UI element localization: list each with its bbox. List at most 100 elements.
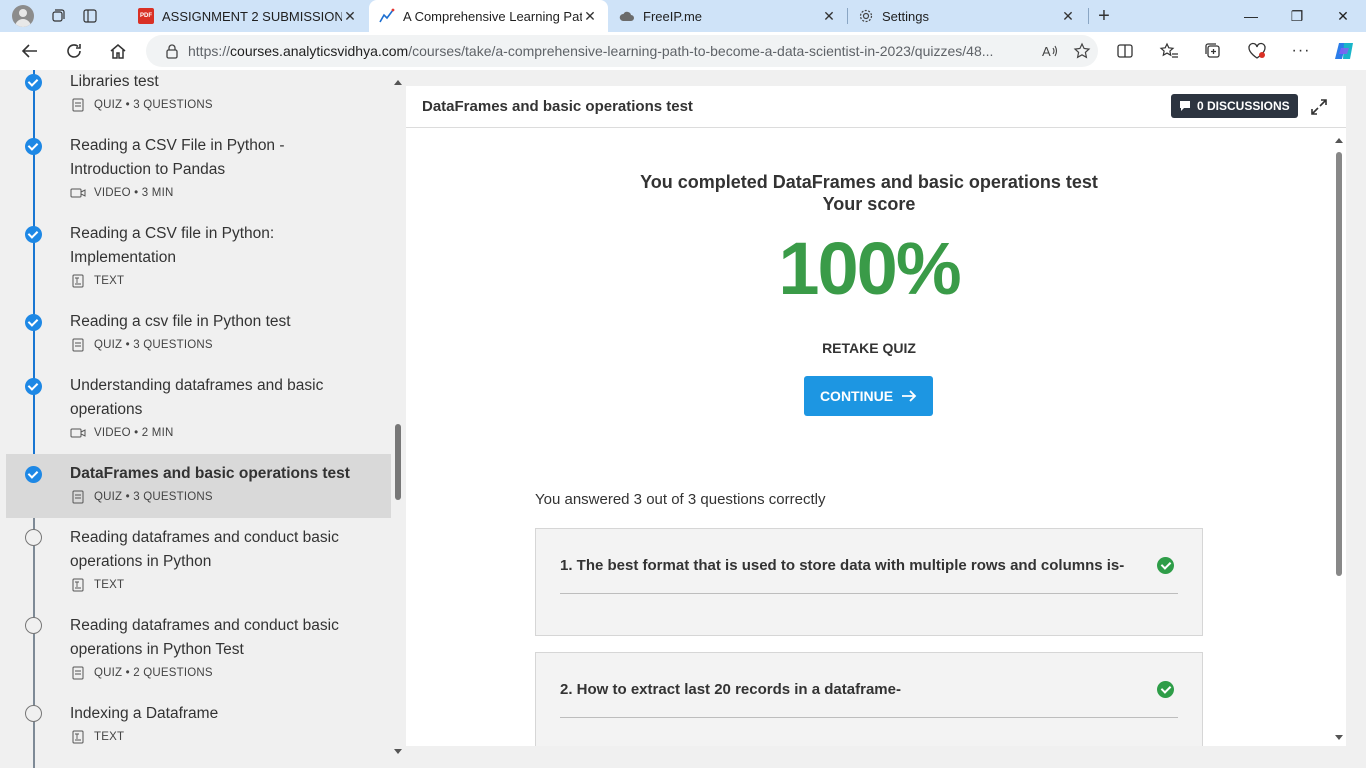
lesson-item[interactable]: Understanding dataframes and basic opera… <box>6 374 391 454</box>
incomplete-circle-icon <box>25 705 42 722</box>
home-button[interactable] <box>102 35 134 67</box>
tab-assignment-pdf[interactable]: PDF ASSIGNMENT 2 SUBMISSION 25 ✕ <box>128 0 368 32</box>
tab-close-icon[interactable]: ✕ <box>1060 8 1076 25</box>
favorite-star-icon[interactable] <box>1066 42 1098 60</box>
profile-avatar[interactable] <box>12 5 34 27</box>
answered-summary: You answered 3 out of 3 questions correc… <box>535 491 826 508</box>
video-icon <box>70 426 86 440</box>
arrow-right-icon <box>901 389 917 403</box>
scroll-down-arrow-icon[interactable] <box>394 749 402 754</box>
tab-settings[interactable]: Settings ✕ <box>848 0 1086 32</box>
completed-check-icon <box>25 226 42 243</box>
back-button[interactable] <box>14 35 46 67</box>
question-text: 1. The best format that is used to store… <box>560 557 1125 574</box>
pdf-icon: PDF <box>138 8 154 24</box>
quiz-icon <box>70 338 86 352</box>
lesson-item[interactable]: Libraries test QUIZ • 3 QUESTIONS <box>6 70 391 126</box>
lesson-title: Reading a CSV file in Python: Implementa… <box>70 225 275 266</box>
address-bar[interactable]: https://courses.analyticsvidhya.com/cour… <box>146 35 1098 67</box>
copilot-icon[interactable] <box>1328 35 1360 67</box>
split-screen-icon[interactable] <box>1109 35 1141 67</box>
svg-text:A: A <box>1042 44 1051 59</box>
lesson-meta-text: QUIZ • 3 QUESTIONS <box>94 99 213 111</box>
lesson-title: Indexing a Dataframe <box>70 705 219 722</box>
question-text: 2. How to extract last 20 records in a d… <box>560 681 901 698</box>
correct-check-icon <box>1157 557 1174 574</box>
tab-learning-path[interactable]: A Comprehensive Learning Path to ✕ <box>369 0 608 32</box>
text-doc-icon <box>70 730 86 744</box>
content-scrollbar[interactable] <box>1332 128 1346 746</box>
tab-close-icon[interactable]: ✕ <box>821 8 837 25</box>
scroll-down-arrow-icon[interactable] <box>1335 735 1343 740</box>
completed-check-icon <box>25 378 42 395</box>
lesson-item[interactable]: Reading a CSV file in Python: Implementa… <box>6 222 391 302</box>
question-card[interactable]: 2. How to extract last 20 records in a d… <box>535 652 1203 746</box>
favorites-icon[interactable] <box>1153 35 1185 67</box>
browser-essentials-icon[interactable] <box>1241 35 1273 67</box>
lesson-meta: QUIZ • 3 QUESTIONS <box>70 338 213 352</box>
back-arrow-icon <box>21 44 37 58</box>
url-domain: courses.analyticsvidhya.com <box>230 43 409 59</box>
new-tab-button[interactable]: + <box>1088 0 1120 32</box>
sidebar-scrollbar[interactable] <box>391 70 405 768</box>
lesson-meta: QUIZ • 3 QUESTIONS <box>70 490 213 504</box>
tab-actions-icon[interactable] <box>74 0 106 32</box>
question-card[interactable]: 1. The best format that is used to store… <box>535 528 1203 636</box>
lesson-item[interactable]: Reading a csv file in Python test QUIZ •… <box>6 310 391 366</box>
completed-check-icon <box>25 74 42 91</box>
scroll-up-arrow-icon[interactable] <box>394 80 402 85</box>
retake-quiz-link[interactable]: RETAKE QUIZ <box>406 340 1332 356</box>
refresh-icon <box>67 44 81 58</box>
read-aloud-icon[interactable]: A <box>1034 43 1066 59</box>
scrollbar-thumb[interactable] <box>395 424 401 500</box>
incomplete-circle-icon <box>25 617 42 634</box>
incomplete-circle-icon <box>25 529 42 546</box>
tab-close-icon[interactable]: ✕ <box>582 8 598 25</box>
discussions-button[interactable]: 0 DISCUSSIONS <box>1171 94 1298 118</box>
minimize-button[interactable]: — <box>1228 0 1274 32</box>
scrollbar-thumb[interactable] <box>1336 152 1342 576</box>
quiz-icon <box>70 666 86 680</box>
lesson-meta-text: QUIZ • 2 QUESTIONS <box>94 667 213 679</box>
lesson-title: DataFrames and basic operations test <box>70 465 350 482</box>
settings-menu-button[interactable]: ··· <box>1285 35 1317 67</box>
url-prefix: https:// <box>188 43 231 59</box>
completed-check-icon <box>25 138 42 155</box>
continue-button[interactable]: CONTINUE <box>804 376 933 416</box>
tab-freeip[interactable]: FreeIP.me ✕ <box>609 0 847 32</box>
workspaces-icon[interactable] <box>42 0 74 32</box>
refresh-button[interactable] <box>58 35 90 67</box>
restore-button[interactable]: ❐ <box>1274 0 1320 32</box>
lesson-item[interactable]: Reading dataframes and conduct basic ope… <box>6 526 391 606</box>
score-label: Your score <box>822 194 916 214</box>
lesson-item[interactable]: Indexing a Dataframe TEXT <box>6 702 391 762</box>
quiz-result-panel: DataFrames and basic operations test 0 D… <box>406 86 1346 746</box>
text-doc-icon <box>70 274 86 288</box>
lesson-meta-text: QUIZ • 3 QUESTIONS <box>94 339 213 351</box>
gear-icon <box>858 8 874 24</box>
lesson-meta: VIDEO • 2 MIN <box>70 426 173 440</box>
browser-tab-bar: PDF ASSIGNMENT 2 SUBMISSION 25 ✕ A Compr… <box>0 0 1366 32</box>
page-title: DataFrames and basic operations test <box>422 98 693 115</box>
lesson-item[interactable]: Reading dataframes and conduct basic ope… <box>6 614 391 694</box>
lesson-meta-text: TEXT <box>94 579 125 591</box>
completed-check-icon <box>25 466 42 483</box>
analytics-vidhya-icon <box>379 8 395 24</box>
lesson-meta-text: QUIZ • 3 QUESTIONS <box>94 491 213 503</box>
lock-icon[interactable] <box>156 43 188 59</box>
lesson-title: Understanding dataframes and basic opera… <box>70 377 324 418</box>
divider <box>560 717 1178 718</box>
expand-icon[interactable] <box>1308 96 1330 118</box>
completed-check-icon <box>25 314 42 331</box>
cloud-icon <box>619 8 635 24</box>
tab-close-icon[interactable]: ✕ <box>342 8 358 25</box>
scroll-up-arrow-icon[interactable] <box>1335 138 1343 143</box>
collections-icon[interactable] <box>1197 35 1229 67</box>
lesson-meta: TEXT <box>70 730 124 744</box>
lesson-item[interactable]: Reading a CSV File in Python - Introduct… <box>6 134 391 214</box>
lesson-meta-text: VIDEO • 3 MIN <box>94 187 174 199</box>
lesson-item-active[interactable]: DataFrames and basic operations test QUI… <box>6 454 391 518</box>
url-text[interactable]: https://courses.analyticsvidhya.com/cour… <box>188 43 1034 59</box>
continue-label: CONTINUE <box>819 388 894 404</box>
window-close-button[interactable]: ✕ <box>1320 0 1366 32</box>
